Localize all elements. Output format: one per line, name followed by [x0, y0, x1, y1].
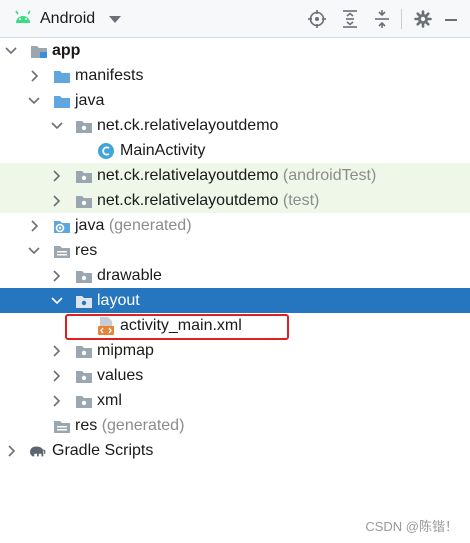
chevron-right-icon[interactable]: [51, 394, 63, 407]
package-icon: [75, 292, 93, 310]
tree-item-label: res: [75, 241, 98, 259]
package-icon: [75, 267, 93, 285]
class-icon: [97, 142, 115, 160]
tree-item-res-generated[interactable]: res (generated): [0, 413, 470, 438]
chevron-right-icon[interactable]: [51, 194, 63, 207]
chevron-down-icon[interactable]: [51, 295, 63, 307]
resource-folder-icon: [53, 242, 71, 260]
chevron-right-icon[interactable]: [51, 269, 63, 282]
package-icon: [75, 367, 93, 385]
package-icon: [75, 117, 93, 135]
tree-item-label: net.ck.relativelayoutdemo (test): [97, 191, 320, 209]
tree-item-java[interactable]: java: [0, 88, 470, 113]
tree-item-label: java: [75, 91, 105, 109]
chevron-down-icon[interactable]: [51, 120, 63, 132]
tree-item-app[interactable]: app: [0, 38, 470, 63]
package-icon: [75, 342, 93, 360]
chevron-down-icon[interactable]: [109, 15, 122, 23]
tree-item-values[interactable]: values: [0, 363, 470, 388]
toolbar-divider: [401, 9, 402, 29]
chevron-down-icon[interactable]: [28, 245, 40, 257]
chevron-down-icon[interactable]: [5, 45, 17, 57]
gradle-elephant-icon: [28, 442, 46, 460]
resource-folder-icon: [53, 417, 71, 435]
tree-item-label: drawable: [97, 266, 162, 284]
tree-item-main-activity[interactable]: MainActivity: [0, 138, 470, 163]
chevron-right-icon[interactable]: [51, 369, 63, 382]
tree-item-label: app: [52, 41, 81, 59]
chevron-down-icon[interactable]: [28, 95, 40, 107]
tree-item-package-main[interactable]: net.ck.relativelayoutdemo: [0, 113, 470, 138]
tree-item-mipmap[interactable]: mipmap: [0, 338, 470, 363]
package-icon: [75, 392, 93, 410]
tree-item-package-test[interactable]: net.ck.relativelayoutdemo (test): [0, 188, 470, 213]
tree-item-manifests[interactable]: manifests: [0, 63, 470, 88]
tree-item-label: net.ck.relativelayoutdemo: [97, 116, 279, 134]
gear-icon[interactable]: [413, 9, 433, 29]
tree-item-label: Gradle Scripts: [52, 441, 154, 459]
collapse-all-icon[interactable]: [372, 9, 392, 29]
tree-item-label: mipmap: [97, 341, 154, 359]
view-title: Android: [40, 10, 96, 27]
chevron-right-icon[interactable]: [51, 169, 63, 182]
tree-item-gradle-scripts[interactable]: Gradle Scripts: [0, 438, 470, 463]
chevron-right-icon[interactable]: [29, 219, 41, 232]
tree-item-label: res (generated): [75, 416, 185, 434]
package-icon: [75, 167, 93, 185]
chevron-right-icon[interactable]: [29, 69, 41, 82]
tree-item-res[interactable]: res: [0, 238, 470, 263]
tree-item-label: values: [97, 366, 144, 384]
tree-item-label: xml: [97, 391, 122, 409]
locate-icon[interactable]: [307, 9, 327, 29]
tree-item-layout[interactable]: layout: [0, 288, 470, 313]
tree-item-label: java (generated): [75, 216, 192, 234]
view-selector[interactable]: Android: [14, 0, 122, 38]
module-folder-icon: [30, 42, 48, 60]
tree-item-drawable[interactable]: drawable: [0, 263, 470, 288]
chevron-right-icon[interactable]: [51, 344, 63, 357]
chevron-right-icon[interactable]: [6, 444, 18, 457]
tree-item-label: MainActivity: [120, 141, 206, 159]
tree-item-label: layout: [97, 291, 140, 309]
watermark: CSDN @陈锴！: [365, 519, 458, 534]
expand-all-icon[interactable]: [340, 9, 360, 29]
folder-icon: [53, 92, 71, 110]
minimize-icon[interactable]: [441, 9, 461, 29]
tree-item-package-android-test[interactable]: net.ck.relativelayoutdemo (androidTest): [0, 163, 470, 188]
project-view-toolbar: Android: [0, 0, 470, 38]
tree-item-label: manifests: [75, 66, 144, 84]
generated-folder-icon: [53, 217, 71, 235]
package-icon: [75, 192, 93, 210]
tree-item-java-generated[interactable]: java (generated): [0, 213, 470, 238]
folder-icon: [53, 67, 71, 85]
annotation-highlight-box: [65, 314, 289, 340]
android-icon: [14, 10, 32, 29]
tree-item-label: net.ck.relativelayoutdemo (androidTest): [97, 166, 377, 184]
tree-item-xml[interactable]: xml: [0, 388, 470, 413]
